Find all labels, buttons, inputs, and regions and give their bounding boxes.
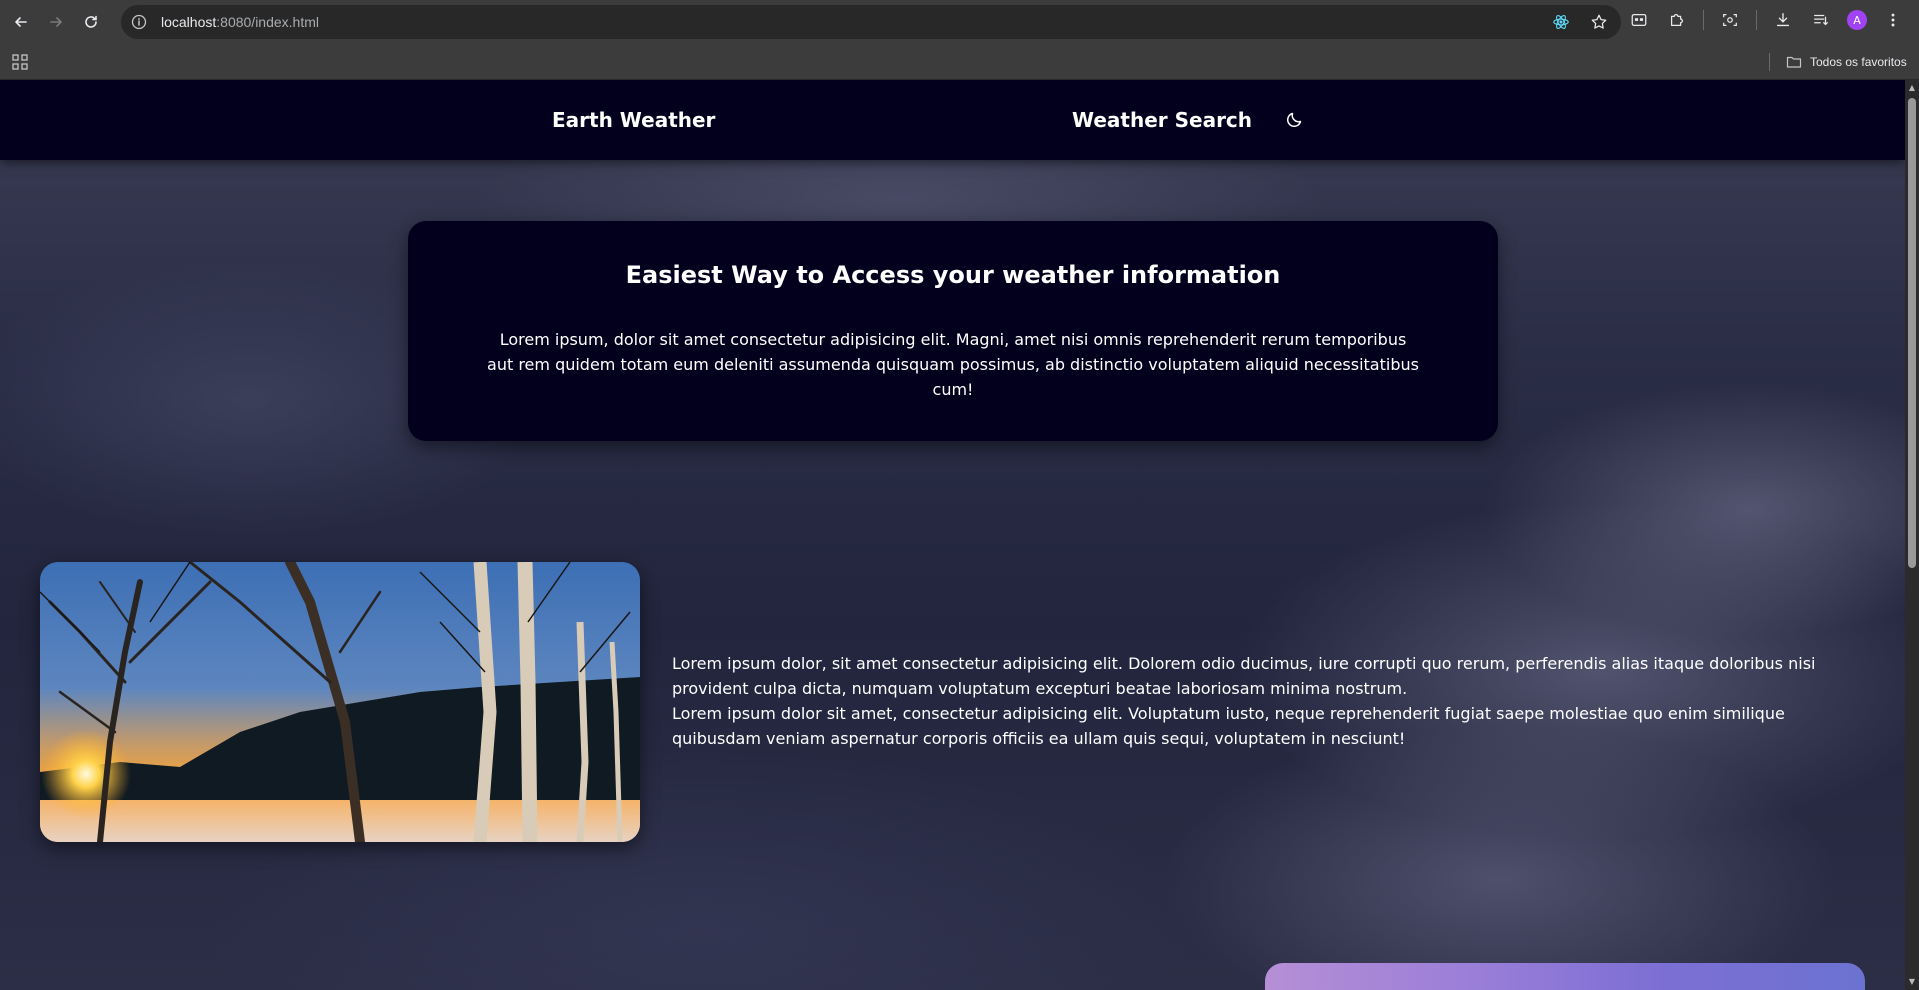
folder-icon — [1786, 56, 1802, 68]
media-router-icon[interactable] — [1627, 8, 1651, 32]
menu-kebab-icon[interactable] — [1881, 8, 1905, 32]
forward-button[interactable] — [42, 8, 70, 36]
address-bar[interactable]: localhost:8080/index.html — [121, 5, 1621, 39]
url-path: :8080/index.html — [216, 14, 319, 30]
feature-description: Lorem ipsum dolor, sit amet consectetur … — [672, 651, 1822, 751]
bookmarks-bar: Todos os favoritos — [0, 44, 1919, 80]
site-brand[interactable]: Earth Weather — [552, 108, 715, 132]
avatar-letter: A — [1853, 13, 1861, 27]
page-scrollbar[interactable]: ▲ ▼ — [1905, 80, 1919, 990]
lens-screenshot-icon[interactable] — [1718, 8, 1742, 32]
reload-button[interactable] — [77, 8, 105, 36]
toolbar-divider — [1703, 10, 1704, 30]
bookmark-star-icon[interactable] — [1589, 12, 1609, 32]
reload-icon — [85, 15, 97, 28]
feature-paragraph-1: Lorem ipsum dolor, sit amet consectetur … — [672, 654, 1816, 698]
apps-grid-icon[interactable] — [12, 54, 28, 70]
hero-title: Easiest Way to Access your weather infor… — [625, 261, 1281, 289]
react-devtools-icon[interactable] — [1551, 12, 1571, 32]
arrow-right-icon — [50, 17, 62, 27]
hero-card: Easiest Way to Access your weather infor… — [408, 221, 1498, 441]
page-viewport: Earth Weather Weather Search Easiest Way… — [0, 80, 1905, 990]
extensions-puzzle-icon[interactable] — [1665, 8, 1689, 32]
arrow-left-icon — [15, 17, 27, 27]
reading-list-icon[interactable] — [1809, 8, 1833, 32]
all-bookmarks-button[interactable]: Todos os favoritos — [1786, 54, 1907, 70]
scroll-thumb[interactable] — [1908, 98, 1916, 568]
moon-icon[interactable] — [1285, 109, 1305, 129]
site-header: Earth Weather Weather Search — [0, 80, 1905, 160]
url-host: localhost — [161, 14, 217, 30]
bookmarks-divider — [1769, 53, 1770, 71]
hero-description: Lorem ipsum, dolor sit amet consectetur … — [487, 330, 1419, 399]
sunset-clouds-image — [1265, 963, 1865, 990]
site-info-icon[interactable] — [131, 14, 147, 30]
profile-avatar[interactable]: A — [1847, 10, 1867, 30]
feature-paragraph-2: Lorem ipsum dolor sit amet, consectetur … — [672, 704, 1785, 748]
winter-sunset-image — [40, 562, 640, 842]
scroll-down-arrow-icon[interactable]: ▼ — [1908, 978, 1916, 986]
back-button[interactable] — [7, 8, 35, 36]
nav-link-weather-search[interactable]: Weather Search — [1072, 108, 1252, 132]
scroll-up-arrow-icon[interactable]: ▲ — [1908, 84, 1916, 92]
url-text[interactable]: localhost:8080/index.html — [161, 14, 319, 30]
downloads-icon[interactable] — [1771, 8, 1795, 32]
all-bookmarks-label: Todos os favoritos — [1810, 55, 1907, 69]
toolbar-divider — [1756, 10, 1757, 30]
browser-toolbar: localhost:8080/index.html A — [0, 0, 1919, 44]
